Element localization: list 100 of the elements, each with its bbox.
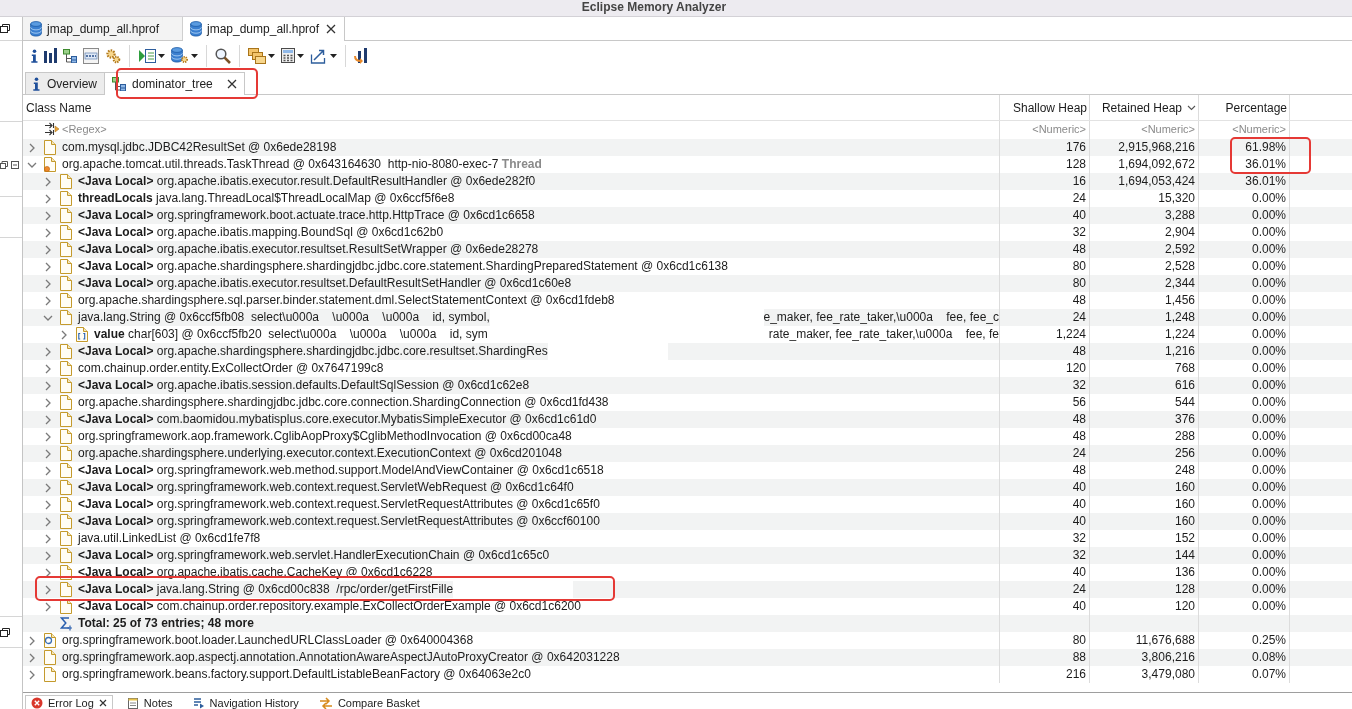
page-tab[interactable]: Overview bbox=[25, 72, 105, 94]
filter-field[interactable]: <Numeric> bbox=[1000, 123, 1086, 135]
chevron-right-icon[interactable] bbox=[43, 550, 53, 561]
tree-item-label[interactable]: org.apache.shardingsphere.shardingjdbc.jdbc.core.connection.ShardingConnection @ 0x6cd1fd438 bbox=[78, 394, 609, 411]
gears-icon[interactable] bbox=[105, 47, 121, 64]
editor-tab[interactable]: jmap_dump_all.hprof bbox=[183, 17, 345, 41]
column-header[interactable]: Percentage bbox=[1199, 95, 1290, 120]
chevron-right-icon[interactable] bbox=[43, 380, 53, 391]
dropdown-caret-icon[interactable] bbox=[297, 53, 304, 58]
tree-item-label[interactable]: org.apache.shardingsphere.underlying.executor.context.ExecutionContext @ 0x6cd201048 bbox=[78, 445, 562, 462]
export-icon[interactable] bbox=[310, 47, 328, 64]
chevron-right-icon[interactable] bbox=[43, 346, 53, 357]
chevron-right-icon[interactable] bbox=[43, 465, 53, 476]
tree-item-label[interactable]: value char[603] @ 0x6ccf5fb20 select\u000a \u000a \u000a id, sym bbox=[94, 326, 488, 343]
tree-item-label[interactable]: org.springframework.aop.aspectj.annotation.AnnotationAwareAspectJAutoProxyCreator @ 0x642031228 bbox=[62, 649, 620, 666]
page-tab[interactable]: dominator_tree bbox=[104, 72, 245, 95]
tree-item-label[interactable]: threadLocals java.lang.ThreadLocal$ThreadLocalMap @ 0x6ccf5f6e8 bbox=[78, 190, 455, 207]
tree-item-label[interactable]: <Java Local> org.springframework.web.context.request.ServletRequestAttributes @ 0x6ccf60100 bbox=[78, 513, 600, 530]
restore-icon[interactable] bbox=[0, 161, 8, 169]
chevron-right-icon[interactable] bbox=[43, 261, 53, 272]
tree-item-label[interactable]: <Java Local> org.springframework.web.method.support.ModelAndViewContainer @ 0x6cd1c6518 bbox=[78, 462, 604, 479]
dropdown-caret-icon[interactable] bbox=[268, 53, 275, 58]
info-icon[interactable] bbox=[31, 48, 38, 63]
total-entries-text[interactable]: Total: 25 of 73 entries; 48 more bbox=[78, 615, 254, 632]
tree-item-label[interactable]: <Java Local> org.apache.ibatis.session.defaults.DefaultSqlSession @ 0x6cd1c62e8 bbox=[78, 377, 530, 394]
tree-item-label[interactable]: <Java Local> org.apache.ibatis.mapping.BoundSql @ 0x6cd1c62b0 bbox=[78, 224, 444, 241]
view-tab[interactable]: Compare Basket bbox=[312, 695, 426, 709]
tree-item-label[interactable]: <Java Local> org.apache.ibatis.executor.resultset.DefaultResultSetHandler @ 0x6cd1c60e8 bbox=[78, 275, 572, 292]
chevron-right-icon[interactable] bbox=[43, 210, 53, 221]
tree-item-label[interactable]: org.apache.tomcat.util.threads.TaskThread @ 0x643164630 http-nio-8080-exec-7 Thread bbox=[62, 156, 542, 173]
chevron-right-icon[interactable] bbox=[59, 329, 69, 340]
search-icon[interactable] bbox=[215, 47, 231, 64]
tree-item-label[interactable]: org.apache.shardingsphere.sql.parser.binder.statement.dml.SelectStatementContext @ 0x6cd1fdeb8 bbox=[78, 292, 615, 309]
close-icon[interactable] bbox=[226, 79, 237, 89]
restore-icon[interactable] bbox=[0, 24, 10, 33]
chevron-right-icon[interactable] bbox=[43, 278, 53, 289]
chevron-right-icon[interactable] bbox=[43, 431, 53, 442]
filter-field[interactable]: <Numeric> bbox=[1090, 123, 1195, 135]
stacked-pages-icon[interactable] bbox=[248, 47, 266, 64]
view-tab[interactable]: Error Log bbox=[25, 695, 113, 709]
bar-chart-arrow-icon[interactable] bbox=[354, 47, 368, 64]
tree-item-label[interactable]: <Java Local> com.baomidou.mybatisplus.core.executor.MybatisSimpleExecutor @ 0x6cd1c61d0 bbox=[78, 411, 597, 428]
filter-field[interactable]: <Regex> bbox=[62, 123, 999, 135]
filter-field[interactable]: <Numeric> bbox=[1199, 123, 1286, 135]
calculator-icon[interactable] bbox=[281, 48, 295, 63]
tree-item-label[interactable]: <Java Local> org.springframework.web.servlet.HandlerExecutionChain @ 0x6cd1c65c0 bbox=[78, 547, 550, 564]
tree-item-label[interactable]: com.mysql.jdbc.JDBC42ResultSet @ 0x6ede28198 bbox=[62, 139, 337, 156]
chevron-right-icon[interactable] bbox=[43, 567, 53, 578]
dropdown-caret-icon[interactable] bbox=[158, 53, 165, 58]
tree-item-label[interactable]: <Java Local> org.springframework.web.context.request.ServletRequestAttributes @ 0x6cd1c65f0 bbox=[78, 496, 600, 513]
chevron-right-icon[interactable] bbox=[27, 669, 37, 680]
chevron-right-icon[interactable] bbox=[43, 482, 53, 493]
close-icon[interactable] bbox=[98, 698, 107, 707]
column-header[interactable]: Class Name bbox=[23, 95, 1000, 120]
tree-item-label[interactable]: com.chainup.order.entity.ExCollectOrder @ 0x7647199c8 bbox=[78, 360, 384, 377]
bar-chart-icon[interactable] bbox=[44, 48, 57, 63]
column-header[interactable]: Retained Heap bbox=[1090, 95, 1199, 120]
chevron-right-icon[interactable] bbox=[43, 601, 53, 612]
chevron-right-icon[interactable] bbox=[43, 363, 53, 374]
column-header[interactable]: Shallow Heap bbox=[1000, 95, 1090, 120]
tree-item-label[interactable]: java.util.LinkedList @ 0x6cd1fe7f8 bbox=[78, 530, 261, 547]
tree-item-label[interactable]: org.springframework.aop.framework.CglibAopProxy$CglibMethodInvocation @ 0x6cd00ca48 bbox=[78, 428, 572, 445]
tree-item-label[interactable]: <Java Local> org.apache.ibatis.executor.resultset.ResultSetWrapper @ 0x6ede28278 bbox=[78, 241, 539, 258]
run-list-icon[interactable] bbox=[138, 47, 156, 64]
database-gear-icon[interactable] bbox=[171, 47, 189, 64]
chevron-right-icon[interactable] bbox=[43, 227, 53, 238]
chevron-right-icon[interactable] bbox=[43, 584, 53, 595]
tree-item-label[interactable]: <Java Local> com.chainup.order.repository.example.ExCollectOrderExample @ 0x6cd1c6200 bbox=[78, 598, 581, 615]
dropdown-caret-icon[interactable] bbox=[330, 53, 337, 58]
chevron-right-icon[interactable] bbox=[43, 244, 53, 255]
chevron-right-icon[interactable] bbox=[27, 635, 37, 646]
tree-item-label[interactable]: <Java Local> org.springframework.boot.actuate.trace.http.HttpTrace @ 0x6cd1c6658 bbox=[78, 207, 535, 224]
chevron-right-icon[interactable] bbox=[43, 516, 53, 527]
chevron-right-icon[interactable] bbox=[43, 295, 53, 306]
view-tab[interactable]: Navigation History bbox=[186, 695, 305, 709]
sort-caret-icon[interactable] bbox=[1187, 104, 1196, 111]
chevron-right-icon[interactable] bbox=[27, 142, 37, 153]
chevron-right-icon[interactable] bbox=[43, 533, 53, 544]
tree-item-label[interactable]: <Java Local> org.springframework.web.context.request.ServletWebRequest @ 0x6cd1c64f0 bbox=[78, 479, 574, 496]
chevron-right-icon[interactable] bbox=[43, 499, 53, 510]
chevron-right-icon[interactable] bbox=[43, 193, 53, 204]
view-tab[interactable]: Notes bbox=[120, 695, 179, 709]
tree-item-label[interactable]: org.springframework.boot.loader.LaunchedURLClassLoader @ 0x640004368 bbox=[62, 632, 474, 649]
editor-tab[interactable]: jmap_dump_all.hprof bbox=[23, 17, 183, 40]
restore-icon[interactable] bbox=[0, 627, 10, 637]
chevron-right-icon[interactable] bbox=[27, 652, 37, 663]
close-icon[interactable] bbox=[326, 24, 336, 34]
tree-item-label[interactable]: <Java Local> org.apache.ibatis.executor.result.DefaultResultHandler @ 0x6ede282f0 bbox=[78, 173, 536, 190]
hierarchy-icon[interactable] bbox=[63, 48, 77, 63]
tree-item-label[interactable]: <Java Local> org.apache.shardingsphere.shardingjdbc.jdbc.core.statement.ShardingPreparedStatement @ 0x6cd1c6138 bbox=[78, 258, 728, 275]
chevron-right-icon[interactable] bbox=[43, 414, 53, 425]
chevron-right-icon[interactable] bbox=[43, 397, 53, 408]
tree-item-label[interactable]: <Java Local> java.lang.String @ 0x6cd00c838 /rpc/order/getFirstFille bbox=[78, 581, 454, 598]
dropdown-caret-icon[interactable] bbox=[191, 53, 198, 58]
tree-item-label[interactable]: <Java Local> org.apache.shardingsphere.shardingjdbc.jdbc.core.resultset.ShardingRes bbox=[78, 343, 548, 360]
tree-item-label[interactable]: org.springframework.beans.factory.support.DefaultListableBeanFactory @ 0x64063e2c0 bbox=[62, 666, 531, 683]
chevron-right-icon[interactable] bbox=[43, 176, 53, 187]
chevron-right-icon[interactable] bbox=[43, 448, 53, 459]
query-page-icon[interactable] bbox=[83, 47, 99, 64]
minimize-icon[interactable] bbox=[11, 161, 19, 169]
